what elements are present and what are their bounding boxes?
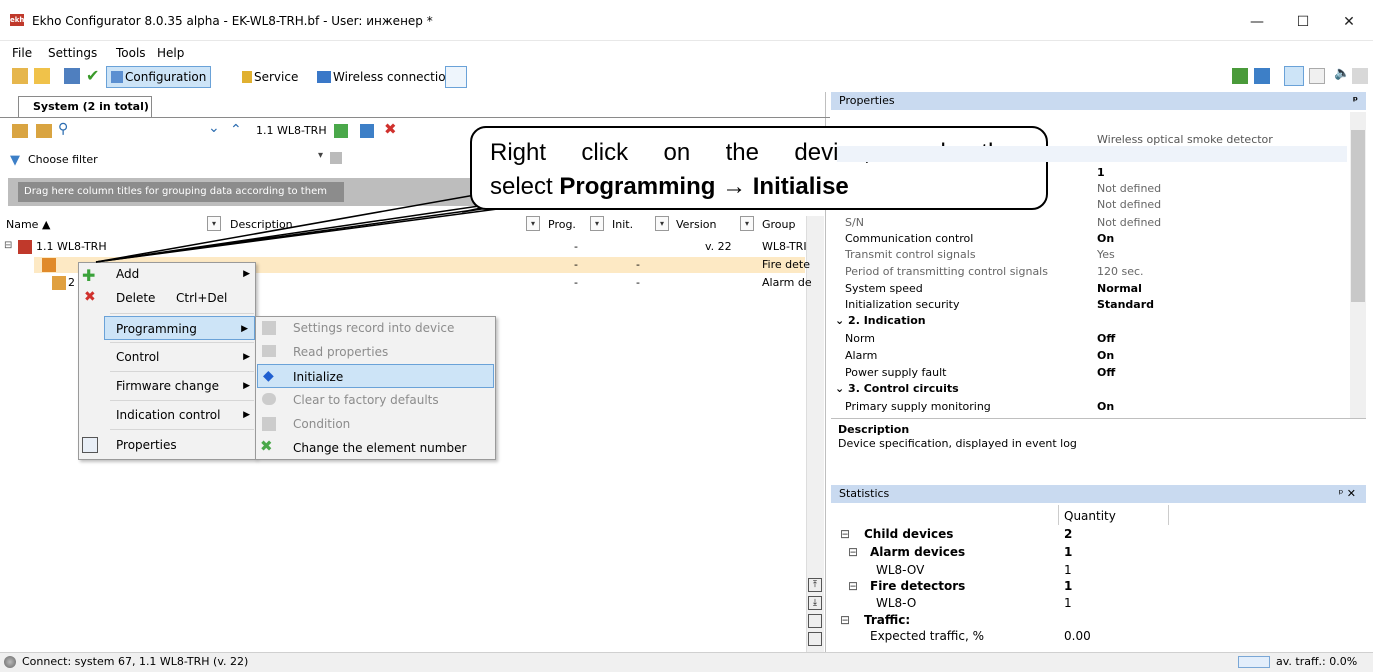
column-divider — [1058, 505, 1059, 525]
property-label: Primary supply monitoring — [845, 400, 991, 413]
tree-expander[interactable]: ⊟ — [848, 579, 858, 593]
stat-wl8ov: WL8-OV — [876, 563, 925, 577]
property-label: Norm — [845, 332, 876, 345]
stat-wl8o: WL8-O — [876, 596, 917, 610]
stat-wl8ov-count: 1 — [1064, 563, 1072, 577]
pin-close-icon[interactable]: ᵖ ✕ — [1339, 485, 1356, 503]
property-value[interactable]: On — [1097, 400, 1114, 413]
property-label: Communication control — [845, 232, 974, 245]
callout-line-2: select Programming → Initialise — [490, 170, 1028, 204]
pin-icon[interactable]: ᵖ — [1353, 92, 1358, 110]
category-label: 2. Indication — [848, 314, 926, 327]
property-value[interactable]: Not defined — [1097, 216, 1161, 229]
stat-traffic: Traffic: — [864, 613, 911, 627]
property-value[interactable]: Normal — [1097, 282, 1142, 295]
stat-child-devices: Child devices — [864, 527, 954, 541]
property-label: Initialization security — [845, 298, 960, 311]
stat-fire-detectors: Fire detectors — [870, 579, 966, 593]
quantity-header: Quantity — [1064, 509, 1116, 523]
connection-status-icon — [4, 656, 16, 668]
property-value[interactable]: Off — [1097, 366, 1115, 379]
connection-status: Connect: system 67, 1.1 WL8-TRH (v. 22) — [22, 655, 249, 668]
property-value[interactable]: On — [1097, 349, 1114, 362]
property-value[interactable]: On — [1097, 232, 1114, 245]
property-label: Transmit control signals — [845, 248, 976, 261]
description-title: Description — [838, 423, 910, 436]
property-label: S/N — [845, 216, 864, 229]
properties-scroll-thumb[interactable] — [1351, 130, 1365, 302]
category-label: 3. Control circuits — [848, 382, 959, 395]
properties-title: Properties — [839, 94, 895, 107]
property-value[interactable]: 120 sec. — [1097, 265, 1144, 278]
device-type-value: Wireless optical smoke detector — [1097, 133, 1273, 146]
stat-wl8o-count: 1 — [1064, 596, 1072, 610]
property-label: Alarm — [845, 349, 878, 362]
property-value[interactable]: Not defined — [1097, 198, 1161, 211]
property-value[interactable]: 1 — [1097, 166, 1105, 179]
property-value[interactable]: Standard — [1097, 298, 1154, 311]
category-control-circuits[interactable]: ⌄ 3. Control circuits — [835, 382, 959, 395]
stat-expected-traffic: Expected traffic, % — [870, 629, 985, 643]
statistics-header: Statistics ᵖ ✕ — [831, 485, 1366, 503]
average-traffic: av. traff.: 0.0% — [1276, 655, 1358, 668]
tree-expander[interactable]: ⊟ — [840, 613, 850, 627]
callout-prefix: select — [490, 173, 553, 200]
tree-expander[interactable]: ⊟ — [848, 545, 858, 559]
stat-expected-traffic-value: 0.00 — [1064, 629, 1091, 643]
properties-selected-row — [837, 146, 1347, 162]
property-label: Period of transmitting control signals — [845, 265, 1048, 278]
traffic-meter — [1238, 656, 1270, 668]
tree-expander[interactable]: ⊟ — [840, 527, 850, 541]
stat-fire-count: 1 — [1064, 579, 1073, 593]
property-label: System speed — [845, 282, 923, 295]
chevron-down-icon: ⌄ — [835, 314, 849, 327]
stat-alarm-count: 1 — [1064, 545, 1073, 559]
property-value[interactable]: Yes — [1097, 248, 1115, 261]
stat-child-count: 2 — [1064, 527, 1073, 541]
column-divider — [1168, 505, 1169, 525]
category-indication[interactable]: ⌄ 2. Indication — [835, 314, 926, 327]
callout-bold: Programming → Initialise — [559, 173, 849, 200]
property-label: Power supply fault — [845, 366, 947, 379]
instruction-callout: Right click on the device, and then sele… — [470, 126, 1048, 210]
statistics-title: Statistics — [839, 487, 890, 500]
property-value[interactable]: Off — [1097, 332, 1115, 345]
description-text: Device specification, displayed in event… — [838, 437, 1077, 450]
stat-alarm-devices: Alarm devices — [870, 545, 966, 559]
chevron-down-icon: ⌄ — [835, 382, 849, 395]
property-value[interactable]: Not defined — [1097, 182, 1161, 195]
properties-header: Properties ᵖ — [831, 92, 1366, 110]
